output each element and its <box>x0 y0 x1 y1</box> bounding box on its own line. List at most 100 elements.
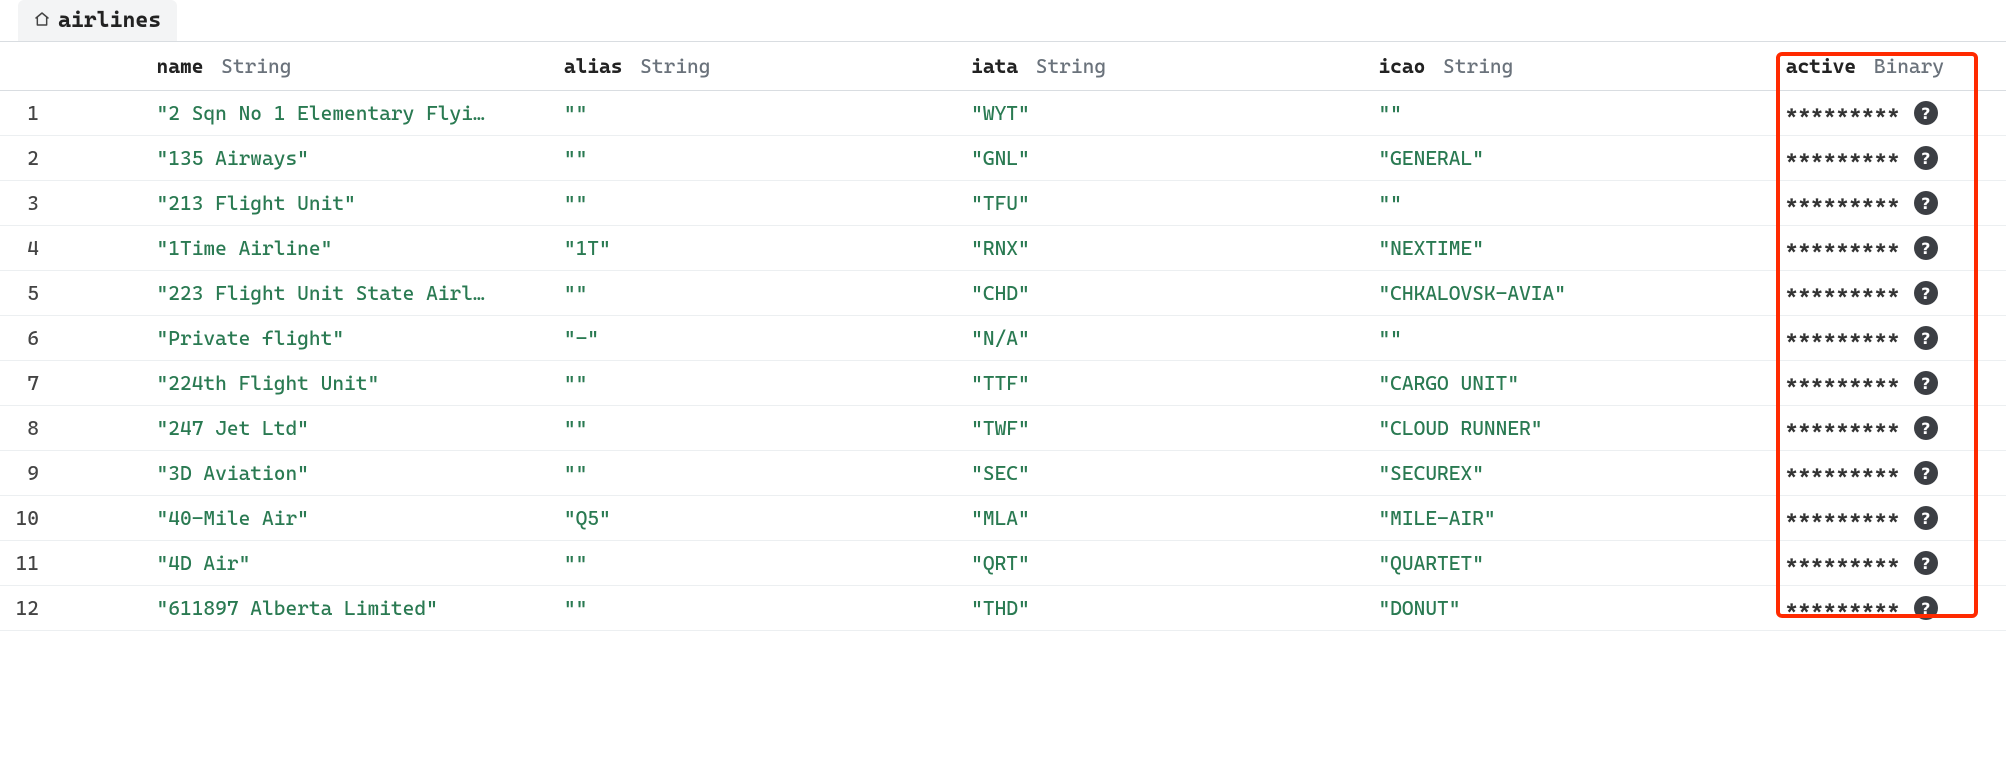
cell-icao[interactable]: "CLOUD RUNNER" <box>1364 406 1771 451</box>
table-row[interactable]: 5"223 Flight Unit State Airl…"""CHD""CHK… <box>0 271 2006 316</box>
cell-alias[interactable]: "Q5" <box>550 496 957 541</box>
cell-alias[interactable]: "-" <box>550 316 957 361</box>
cell-icao[interactable]: "MILE-AIR" <box>1364 496 1771 541</box>
column-name-label: active <box>1786 54 1856 78</box>
cell-iata[interactable]: "N/A" <box>957 316 1364 361</box>
help-icon[interactable]: ? <box>1914 416 1938 440</box>
table-row[interactable]: 3"213 Flight Unit""""TFU"""*********? <box>0 181 2006 226</box>
cell-icao[interactable]: "" <box>1364 91 1771 136</box>
cell-iata[interactable]: "RNX" <box>957 226 1364 271</box>
cell-active[interactable]: *********? <box>1772 271 2006 316</box>
cell-icao[interactable]: "GENERAL" <box>1364 136 1771 181</box>
cell-active[interactable]: *********? <box>1772 316 2006 361</box>
help-icon[interactable]: ? <box>1914 236 1938 260</box>
cell-name[interactable]: "4D Air" <box>143 541 550 586</box>
cell-alias[interactable]: "" <box>550 541 957 586</box>
cell-alias[interactable]: "" <box>550 136 957 181</box>
table-row[interactable]: 2"135 Airways""""GNL""GENERAL"*********? <box>0 136 2006 181</box>
cell-alias[interactable]: "1T" <box>550 226 957 271</box>
help-icon[interactable]: ? <box>1914 146 1938 170</box>
table-row[interactable]: 1"2 Sqn No 1 Elementary Flyi…"""WYT"""**… <box>0 91 2006 136</box>
cell-icao[interactable]: "" <box>1364 316 1771 361</box>
table-row[interactable]: 6"Private flight""-""N/A"""*********? <box>0 316 2006 361</box>
help-icon[interactable]: ? <box>1914 596 1938 620</box>
cell-alias[interactable]: "" <box>550 586 957 631</box>
column-type-label: String <box>221 54 291 78</box>
cell-name[interactable]: "611897 Alberta Limited" <box>143 586 550 631</box>
help-icon[interactable]: ? <box>1914 281 1938 305</box>
cell-name[interactable]: "213 Flight Unit" <box>143 181 550 226</box>
cell-alias[interactable]: "" <box>550 91 957 136</box>
cell-active[interactable]: *********? <box>1772 136 2006 181</box>
column-header-active[interactable]: active Binary <box>1772 42 2006 91</box>
table-row[interactable]: 11"4D Air""""QRT""QUARTET"*********? <box>0 541 2006 586</box>
spacer-header <box>57 42 143 91</box>
cell-active[interactable]: *********? <box>1772 91 2006 136</box>
cell-active[interactable]: *********? <box>1772 361 2006 406</box>
masked-value: ********* <box>1786 596 1900 620</box>
cell-iata[interactable]: "WYT" <box>957 91 1364 136</box>
cell-iata[interactable]: "TTF" <box>957 361 1364 406</box>
column-header-icao[interactable]: icao String <box>1364 42 1771 91</box>
cell-active[interactable]: *********? <box>1772 451 2006 496</box>
help-icon[interactable]: ? <box>1914 551 1938 575</box>
help-icon[interactable]: ? <box>1914 506 1938 530</box>
cell-icao[interactable]: "CARGO UNIT" <box>1364 361 1771 406</box>
table-row[interactable]: 4"1Time Airline""1T""RNX""NEXTIME"******… <box>0 226 2006 271</box>
cell-alias[interactable]: "" <box>550 361 957 406</box>
help-icon[interactable]: ? <box>1914 371 1938 395</box>
cell-alias[interactable]: "" <box>550 451 957 496</box>
cell-active[interactable]: *********? <box>1772 181 2006 226</box>
cell-name[interactable]: "40-Mile Air" <box>143 496 550 541</box>
cell-iata[interactable]: "TFU" <box>957 181 1364 226</box>
cell-name[interactable]: "135 Airways" <box>143 136 550 181</box>
home-icon <box>34 11 50 31</box>
table-title-chip[interactable]: airlines <box>18 0 177 41</box>
spacer-cell <box>57 586 143 631</box>
cell-active[interactable]: *********? <box>1772 586 2006 631</box>
row-index-header <box>0 42 57 91</box>
column-header-iata[interactable]: iata String <box>957 42 1364 91</box>
cell-icao[interactable]: "" <box>1364 181 1771 226</box>
cell-alias[interactable]: "" <box>550 406 957 451</box>
cell-active[interactable]: *********? <box>1772 406 2006 451</box>
cell-alias[interactable]: "" <box>550 181 957 226</box>
masked-value: ********* <box>1786 551 1900 575</box>
column-type-label: String <box>1443 54 1513 78</box>
cell-name[interactable]: "2 Sqn No 1 Elementary Flyi… <box>143 91 550 136</box>
cell-name[interactable]: "247 Jet Ltd" <box>143 406 550 451</box>
cell-icao[interactable]: "CHKALOVSK-AVIA" <box>1364 271 1771 316</box>
table-row[interactable]: 10"40-Mile Air""Q5""MLA""MILE-AIR"******… <box>0 496 2006 541</box>
cell-alias[interactable]: "" <box>550 271 957 316</box>
help-icon[interactable]: ? <box>1914 191 1938 215</box>
column-header-alias[interactable]: alias String <box>550 42 957 91</box>
cell-name[interactable]: "Private flight" <box>143 316 550 361</box>
cell-iata[interactable]: "CHD" <box>957 271 1364 316</box>
help-icon[interactable]: ? <box>1914 101 1938 125</box>
cell-name[interactable]: "1Time Airline" <box>143 226 550 271</box>
cell-iata[interactable]: "THD" <box>957 586 1364 631</box>
cell-iata[interactable]: "SEC" <box>957 451 1364 496</box>
cell-icao[interactable]: "DONUT" <box>1364 586 1771 631</box>
cell-name[interactable]: "224th Flight Unit" <box>143 361 550 406</box>
table-row[interactable]: 7"224th Flight Unit""""TTF""CARGO UNIT"*… <box>0 361 2006 406</box>
help-icon[interactable]: ? <box>1914 326 1938 350</box>
cell-name[interactable]: "223 Flight Unit State Airl… <box>143 271 550 316</box>
cell-iata[interactable]: "GNL" <box>957 136 1364 181</box>
cell-iata[interactable]: "MLA" <box>957 496 1364 541</box>
cell-icao[interactable]: "QUARTET" <box>1364 541 1771 586</box>
cell-active[interactable]: *********? <box>1772 541 2006 586</box>
table-row[interactable]: 12"611897 Alberta Limited""""THD""DONUT"… <box>0 586 2006 631</box>
cell-active[interactable]: *********? <box>1772 226 2006 271</box>
cell-name[interactable]: "3D Aviation" <box>143 451 550 496</box>
cell-iata[interactable]: "TWF" <box>957 406 1364 451</box>
table-row[interactable]: 8"247 Jet Ltd""""TWF""CLOUD RUNNER"*****… <box>0 406 2006 451</box>
cell-iata[interactable]: "QRT" <box>957 541 1364 586</box>
cell-icao[interactable]: "SECUREX" <box>1364 451 1771 496</box>
help-icon[interactable]: ? <box>1914 461 1938 485</box>
cell-active[interactable]: *********? <box>1772 496 2006 541</box>
cell-icao[interactable]: "NEXTIME" <box>1364 226 1771 271</box>
column-header-name[interactable]: name String <box>143 42 550 91</box>
table-row[interactable]: 9"3D Aviation""""SEC""SECUREX"*********? <box>0 451 2006 496</box>
data-table: name String alias String iata String ica… <box>0 41 2006 631</box>
